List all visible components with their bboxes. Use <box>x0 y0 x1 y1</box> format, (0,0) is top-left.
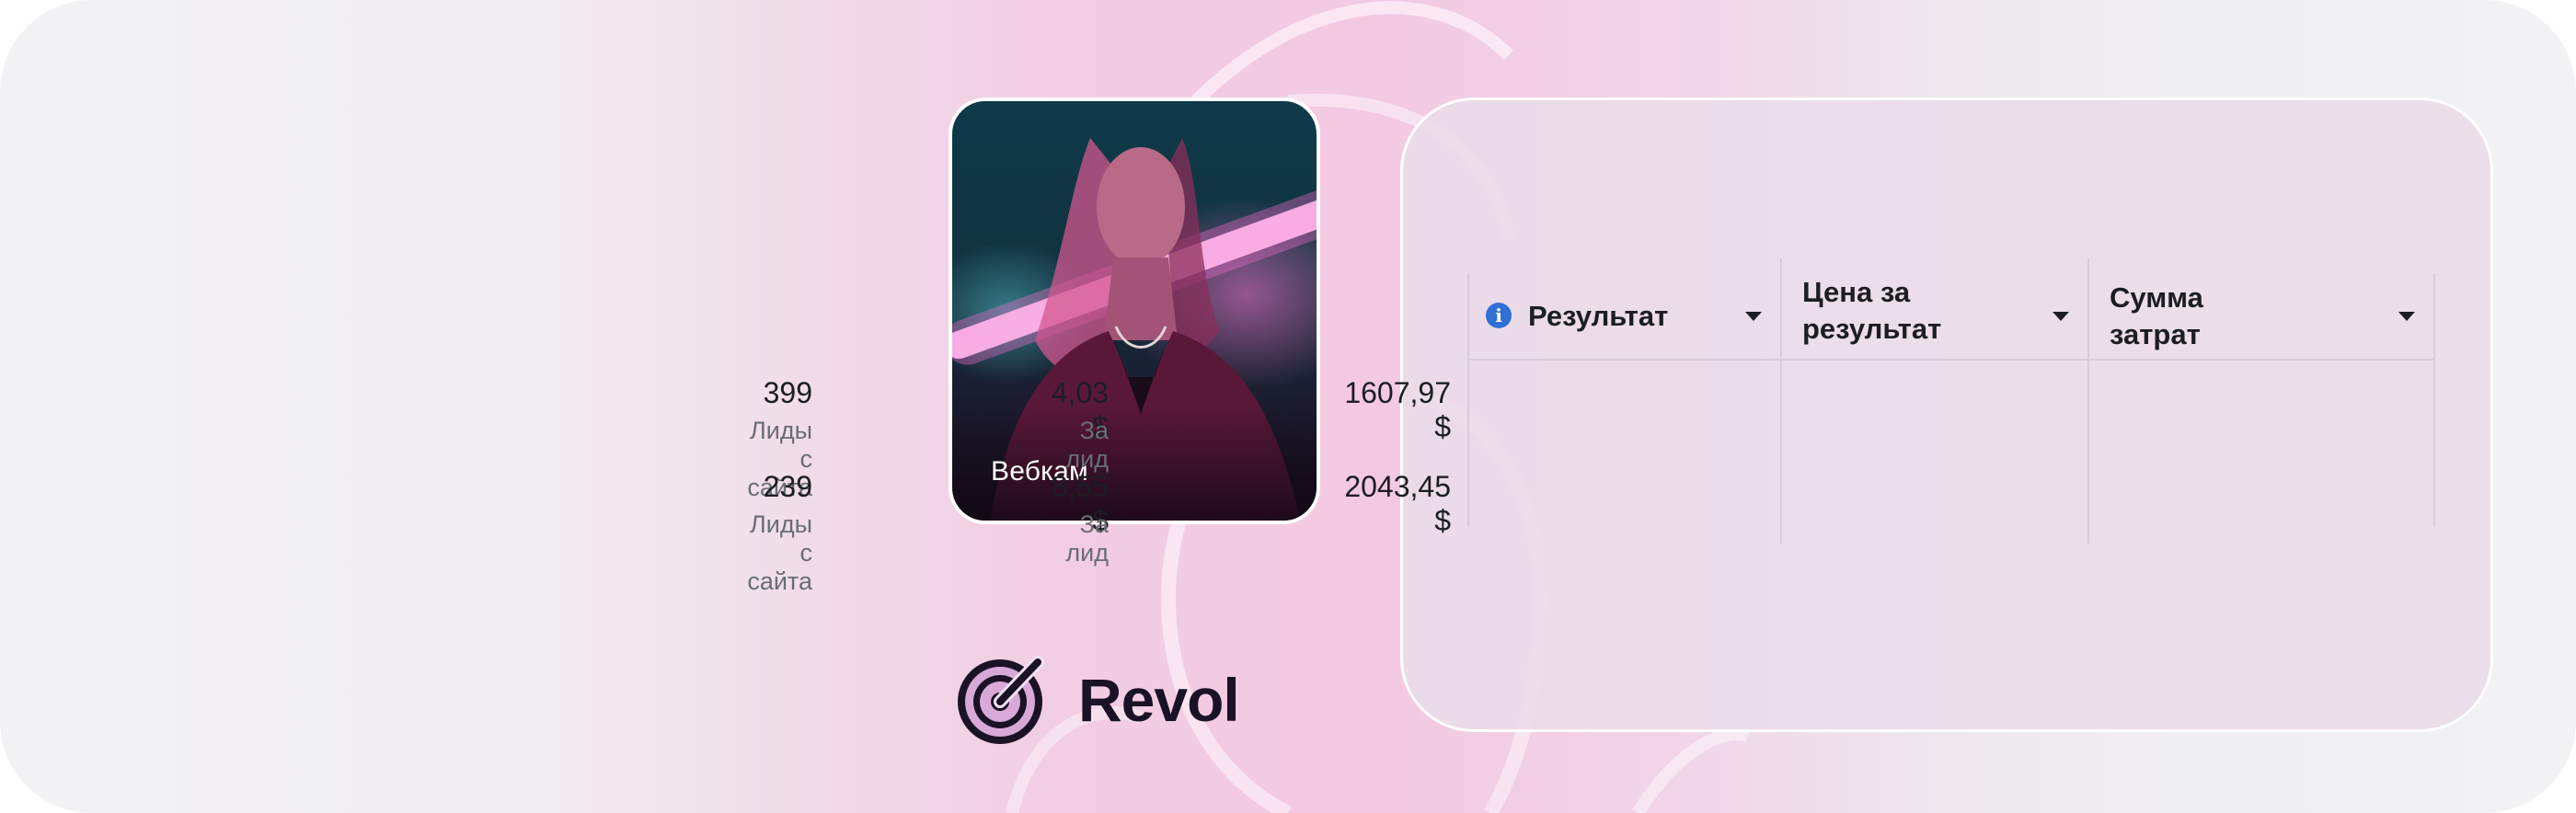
column-header-result-label: Результат <box>1528 299 1669 332</box>
result-value: 399 <box>763 376 812 409</box>
result-type: Лиды с сайта <box>747 510 812 595</box>
sort-caret-result-icon[interactable] <box>1745 312 1762 321</box>
sort-caret-cost-icon[interactable] <box>2053 312 2069 321</box>
stats-panel: i Результат Цена за результат Сумма затр… <box>747 97 2493 732</box>
column-header-result[interactable]: Результат <box>1528 273 1668 359</box>
column-header-cost-line1: Цена за <box>1802 276 1911 308</box>
banner-background: Вебкам Revol i Результат Цена за результ… <box>0 0 2576 813</box>
result-value: 239 <box>763 470 812 503</box>
spend-value: 2043,45 $ <box>1344 470 1451 537</box>
column-header-spend[interactable]: Сумма затрат <box>2110 273 2203 359</box>
info-icon[interactable]: i <box>1486 303 1512 328</box>
cost-unit: За лид <box>1065 510 1109 567</box>
brand-logo: Revol <box>953 651 1240 749</box>
header-divider <box>1467 359 2435 361</box>
column-header-spend-label: Сумма затрат <box>2110 281 2203 350</box>
sort-caret-spend-icon[interactable] <box>2398 312 2415 321</box>
campaign-card[interactable]: Вебкам <box>949 97 1320 524</box>
spend-value: 1607,97 $ <box>1344 376 1451 443</box>
logo-icon <box>958 656 1044 744</box>
cost-unit: За лид <box>1065 417 1109 473</box>
column-header-cost-line2: результат <box>1802 313 1942 345</box>
logo-wordmark: Revol <box>1078 666 1240 734</box>
column-header-cost-per-result[interactable]: Цена за результат <box>1802 260 1941 361</box>
